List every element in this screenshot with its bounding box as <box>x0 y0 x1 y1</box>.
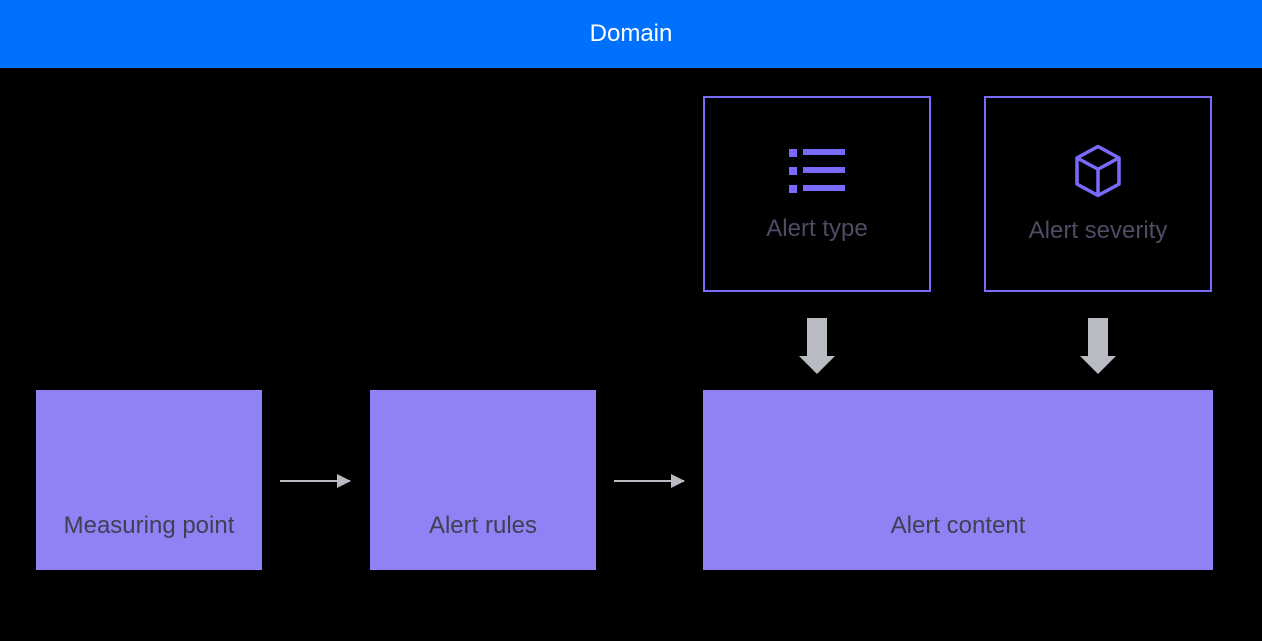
arrow-down-to-content-2 <box>1088 318 1108 358</box>
arrow-measuring-to-rules <box>280 480 350 482</box>
measuring-point-label: Measuring point <box>64 512 235 540</box>
arrow-down-to-content-1 <box>807 318 827 358</box>
domain-title: Domain <box>590 20 673 47</box>
alert-type-label: Alert type <box>766 215 867 243</box>
domain-header: Domain <box>0 0 1262 68</box>
list-icon <box>785 145 849 197</box>
alert-type-box: Alert type <box>703 96 931 292</box>
arrow-rules-to-content <box>614 480 684 482</box>
alert-content-box: Alert content <box>703 390 1213 570</box>
alert-rules-label: Alert rules <box>429 512 537 540</box>
alert-rules-box: Alert rules <box>370 390 596 570</box>
measuring-point-box: Measuring point <box>36 390 262 570</box>
alert-content-label: Alert content <box>891 512 1026 540</box>
alert-severity-label: Alert severity <box>1029 217 1168 245</box>
alert-severity-box: Alert severity <box>984 96 1212 292</box>
diagram-canvas: Alert type Alert severity Measuring poin… <box>0 68 1262 639</box>
cube-icon <box>1070 143 1126 199</box>
